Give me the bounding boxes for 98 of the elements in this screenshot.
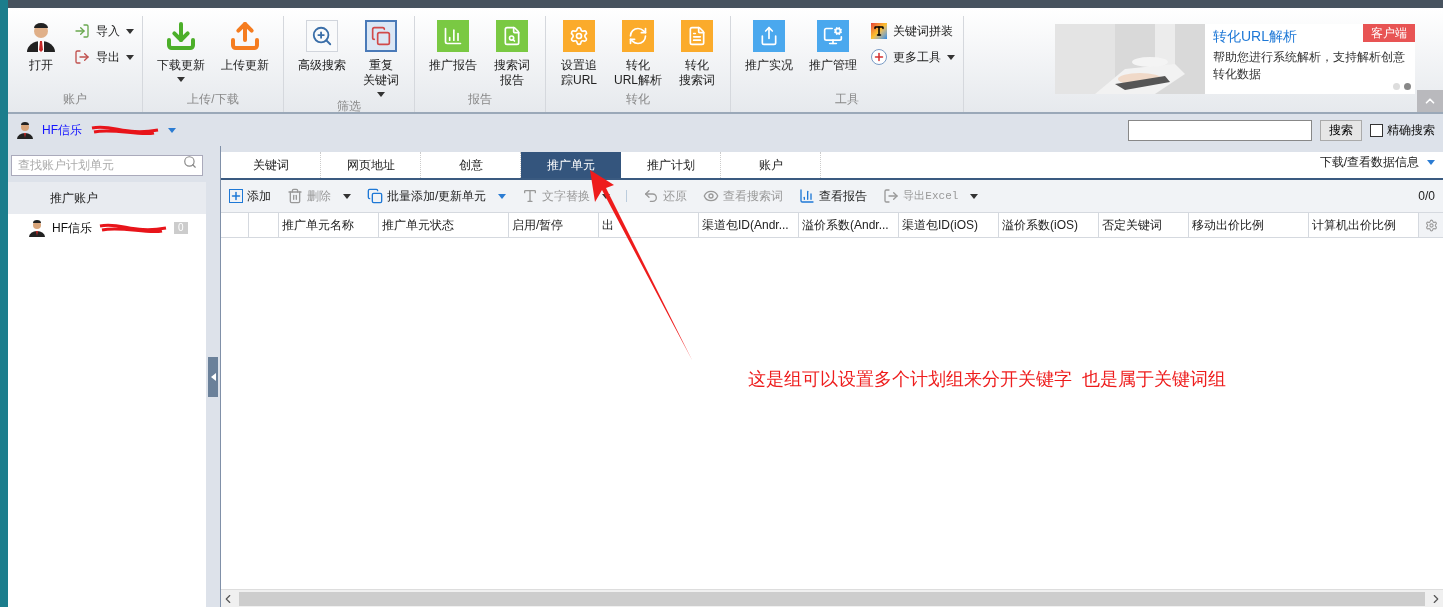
- tab[interactable]: 关键词: [221, 152, 321, 178]
- scroll-thumb[interactable]: [239, 591, 1425, 606]
- person-icon: [25, 20, 57, 52]
- ribbon-button[interactable]: 打开: [16, 16, 66, 73]
- import-icon: [74, 23, 90, 39]
- toolbar-button[interactable]: 查看报告: [799, 187, 868, 205]
- caret-icon: [168, 127, 176, 133]
- data-info-link[interactable]: 下载/查看数据信息: [1319, 153, 1443, 171]
- column-header[interactable]: 否定关键词: [1099, 213, 1189, 237]
- magnifier-icon: [306, 20, 338, 52]
- ribbon-button[interactable]: 下载更新: [151, 16, 211, 82]
- add-icon: [229, 189, 243, 203]
- monitor-icon: [817, 20, 849, 52]
- ribbon-button[interactable]: 导出: [74, 46, 134, 68]
- checkbox-label[interactable]: 精确搜索: [1387, 121, 1435, 139]
- replace-icon: [522, 188, 539, 204]
- ribbon-button[interactable]: 高级搜索: [292, 16, 352, 73]
- caret-icon: [377, 92, 385, 97]
- view-icon: [703, 188, 720, 204]
- checkbox[interactable]: [1370, 123, 1383, 137]
- caret-icon: [498, 193, 507, 199]
- refresh-icon: [622, 20, 654, 52]
- column-header[interactable]: 启用/暂停: [509, 213, 599, 237]
- tab[interactable]: 推广计划: [621, 152, 721, 178]
- caret-icon: [970, 193, 979, 199]
- group-label: 上传/下载: [187, 91, 239, 108]
- group-label: 工具: [835, 91, 859, 108]
- search-field[interactable]: [1128, 119, 1312, 141]
- plus-icon: [871, 49, 887, 65]
- toolbar-button[interactable]: 添加: [229, 187, 271, 205]
- column-header[interactable]: 推广单元状态: [379, 213, 509, 237]
- ribbon-button[interactable]: 推广管理: [803, 16, 863, 73]
- collapse-ribbon-button[interactable]: [1417, 90, 1443, 112]
- download-icon: [165, 20, 197, 52]
- gear-icon: [563, 20, 595, 52]
- column-header[interactable]: 渠道包ID(Andr...: [699, 213, 799, 237]
- settings-icon[interactable]: [1424, 218, 1438, 232]
- ribbon-button[interactable]: 关键词拼装: [871, 20, 955, 42]
- tree-item[interactable]: HF信乐: [52, 219, 92, 237]
- column-header[interactable]: 溢价系数(iOS): [999, 213, 1099, 237]
- triangle-left-icon: [210, 372, 216, 381]
- letter-icon: [871, 23, 887, 39]
- ribbon-button[interactable]: 更多工具: [871, 46, 955, 68]
- ribbon-button[interactable]: 搜索词 报告: [487, 16, 537, 88]
- search-icon: [183, 155, 197, 169]
- account-name[interactable]: HF信乐: [42, 121, 82, 139]
- horizontal-scrollbar[interactable]: [221, 589, 1443, 607]
- tab[interactable]: 账户: [721, 152, 821, 178]
- column-header[interactable]: 移动出价比例: [1189, 213, 1309, 237]
- group-label: 筛选: [337, 98, 361, 115]
- ribbon-button[interactable]: 转化 URL解析: [608, 16, 668, 88]
- duplicate-icon: [365, 20, 397, 52]
- client-badge: 客户端: [1363, 24, 1415, 42]
- banner-title[interactable]: 转化URL解析: [1213, 26, 1297, 47]
- person-icon: [28, 219, 46, 237]
- trash-icon: [287, 188, 303, 204]
- caret-icon: [126, 54, 134, 60]
- batch-icon: [367, 188, 383, 204]
- tab[interactable]: 网页地址: [321, 152, 421, 178]
- collapse-sidebar-button[interactable]: [208, 356, 218, 397]
- export-icon: [74, 49, 90, 65]
- chart-icon: [437, 20, 469, 52]
- ribbon-button[interactable]: 上传更新: [215, 16, 275, 73]
- person-icon: [16, 121, 34, 139]
- document-icon: [681, 20, 713, 52]
- ribbon-button[interactable]: 推广报告: [423, 16, 483, 73]
- header-label: 推广账户: [50, 190, 98, 207]
- caret-icon: [947, 54, 955, 60]
- ribbon-button[interactable]: 推广实况: [739, 16, 799, 73]
- caret-icon: [177, 77, 185, 82]
- chart-icon: [799, 188, 816, 204]
- upload-icon: [229, 20, 261, 52]
- banner-description: 帮助您进行系统解析，支持解析创意转化数据: [1213, 49, 1406, 83]
- column-header[interactable]: 渠道包ID(iOS): [899, 213, 999, 237]
- record-count: 0/0: [1418, 188, 1435, 205]
- annotation-text: 这是组可以设置多个计划组来分开关键字 也是属于关键词组: [748, 368, 1226, 391]
- tab[interactable]: 推广单元: [521, 152, 621, 178]
- group-label: 转化: [626, 91, 650, 108]
- export-icon: [883, 188, 900, 204]
- caret-icon: [343, 193, 351, 199]
- ribbon-button[interactable]: 重复 关键词: [356, 16, 406, 97]
- ribbon-button[interactable]: 设置追 踪URL: [554, 16, 604, 88]
- sidebar-search-field[interactable]: 查找账户计划单元: [11, 154, 203, 176]
- scribble-mark: [90, 124, 160, 136]
- group-label: 报告: [468, 91, 492, 108]
- caret-icon: [1427, 159, 1435, 165]
- scribble-mark: [98, 222, 168, 234]
- toolbar-button[interactable]: 批量添加/更新单元: [367, 187, 507, 205]
- caret-icon: [126, 28, 134, 34]
- search-button[interactable]: 搜索: [1320, 119, 1362, 141]
- column-header[interactable]: 溢价系数(Andr...: [799, 213, 899, 237]
- share-icon: [753, 20, 785, 52]
- restore-icon: [643, 188, 660, 204]
- report-icon: [496, 20, 528, 52]
- group-label: 账户: [63, 91, 87, 108]
- column-header[interactable]: 推广单元名称: [279, 213, 379, 237]
- ribbon-button[interactable]: 转化 搜索词: [672, 16, 722, 88]
- ribbon-button[interactable]: 导入: [74, 20, 134, 42]
